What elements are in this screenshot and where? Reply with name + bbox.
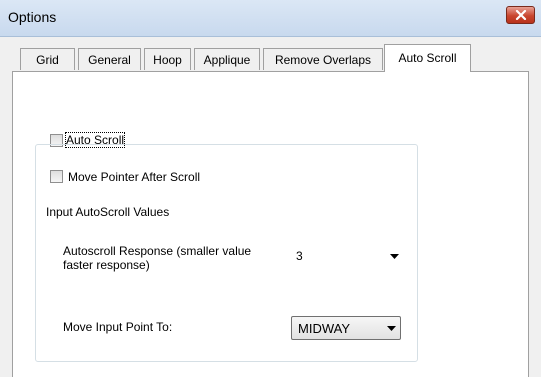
chevron-down-icon (386, 325, 396, 331)
tab-remove-overlaps[interactable]: Remove Overlaps (263, 48, 383, 70)
dropdown-arrow (385, 253, 403, 259)
tab-hoop[interactable]: Hoop (144, 48, 191, 70)
tab-general[interactable]: General (78, 48, 141, 70)
options-window: Options Grid General Hoop Applique Remov… (0, 0, 541, 377)
autoscroll-response-label: Autoscroll Response (smaller value faste… (63, 244, 252, 272)
move-input-point-value: MIDWAY (298, 320, 350, 336)
window-title: Options (8, 9, 57, 25)
move-input-point-combo[interactable]: MIDWAY (291, 316, 401, 340)
tab-strip: Grid General Hoop Applique Remove Overla… (0, 36, 541, 72)
tab-auto-scroll[interactable]: Auto Scroll (384, 44, 471, 72)
group-title: Input AutoScroll Values (42, 205, 174, 219)
move-input-point-label: Move Input Point To: (63, 320, 173, 334)
autoscroll-response-combo[interactable]: 3 (290, 243, 403, 269)
dropdown-arrow (382, 325, 400, 331)
chevron-down-icon (389, 253, 399, 259)
title-bar[interactable]: Options (0, 0, 541, 37)
close-icon (515, 10, 526, 20)
autoscroll-response-value: 3 (296, 249, 303, 263)
close-button[interactable] (506, 6, 535, 24)
tab-applique[interactable]: Applique (194, 48, 260, 70)
tab-grid[interactable]: Grid (20, 48, 75, 70)
